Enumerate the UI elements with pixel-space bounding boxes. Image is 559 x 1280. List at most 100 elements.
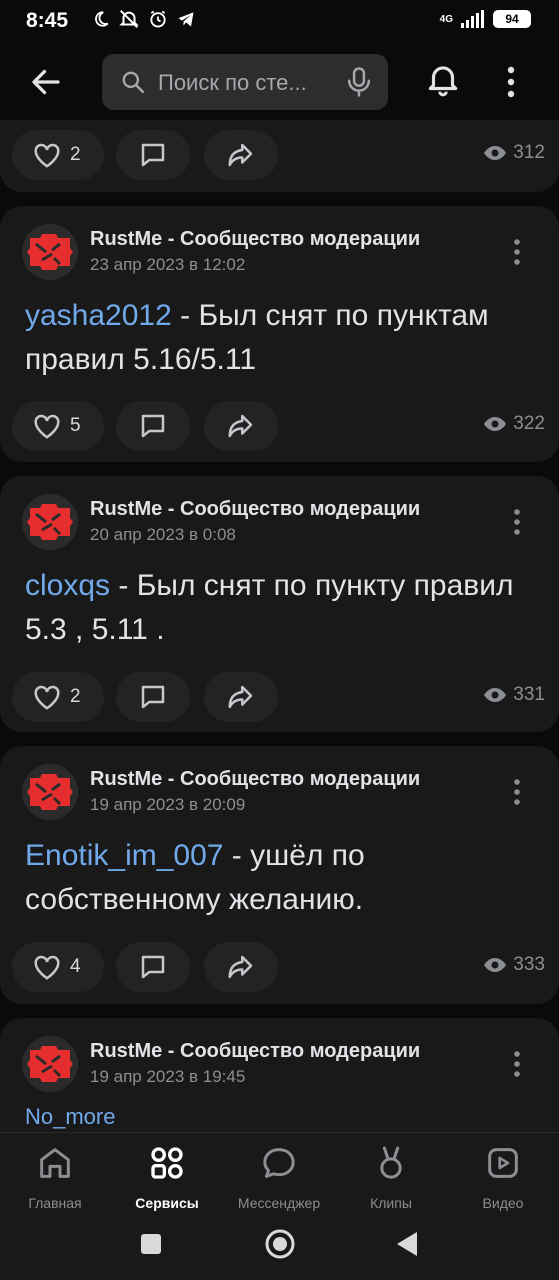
more-options-button[interactable]	[500, 62, 522, 102]
share-button[interactable]	[204, 401, 278, 451]
status-notification-icons	[92, 8, 196, 30]
post-menu-button[interactable]	[507, 776, 527, 808]
nav-item-messenger[interactable]: Мессенджер	[224, 1141, 334, 1213]
post-actions: 4 333	[12, 942, 547, 992]
user-mention-link[interactable]: Enotik_im_007	[25, 839, 223, 872]
posts-feed[interactable]: 2 312 RustMe - Сообщество модерации 23 а…	[0, 120, 559, 1132]
user-mention-link[interactable]: cloxqs	[25, 569, 110, 602]
services-icon	[151, 1147, 183, 1179]
view-count: 322	[513, 413, 545, 434]
comment-button[interactable]	[116, 130, 190, 180]
like-button[interactable]: 2	[12, 130, 104, 180]
recent-apps-button[interactable]	[141, 1234, 161, 1254]
avatar[interactable]	[22, 224, 78, 280]
post-header: RustMe - Сообщество модерации 20 апр 202…	[22, 494, 537, 550]
heart-icon	[34, 143, 60, 168]
post-author[interactable]: RustMe - Сообщество модерации	[90, 768, 420, 791]
share-button[interactable]	[204, 672, 278, 722]
nav-label: Мессенджер	[237, 1195, 321, 1211]
like-count: 4	[70, 956, 81, 977]
share-icon	[228, 414, 253, 438]
avatar[interactable]	[22, 1036, 78, 1092]
post-menu-button[interactable]	[507, 236, 527, 268]
muted-bell-icon	[119, 10, 139, 28]
post-author[interactable]: RustMe - Сообщество модерации	[90, 498, 420, 521]
share-button[interactable]	[204, 130, 278, 180]
post-author[interactable]: RustMe - Сообщество модерации	[90, 228, 420, 251]
view-count: 333	[513, 954, 545, 975]
eye-icon	[484, 417, 507, 431]
post-card: 2 312	[0, 120, 559, 192]
like-count: 5	[70, 415, 81, 436]
nav-label: Клипы	[370, 1195, 412, 1211]
view-counter: 312	[483, 142, 545, 164]
more-vertical-icon	[514, 509, 520, 535]
more-vertical-icon	[507, 66, 515, 98]
post-menu-button[interactable]	[507, 506, 527, 538]
moon-icon	[95, 11, 109, 27]
user-mention-link[interactable]: No_more	[25, 1104, 115, 1130]
home-icon	[40, 1148, 70, 1178]
nav-item-clips[interactable]: Клипы	[336, 1141, 446, 1213]
bottom-navigation: Главная Сервисы Мессенджер Клипы Видео	[0, 1132, 559, 1216]
post-actions: 5 322	[12, 401, 547, 451]
status-system-icons: 4G 94	[440, 10, 531, 28]
post-date: 19 апр 2023 в 20:09	[90, 795, 246, 814]
microphone-icon[interactable]	[344, 66, 374, 98]
heart-icon	[34, 685, 60, 710]
post-header: RustMe - Сообщество модерации 19 апр 202…	[22, 764, 537, 820]
network-type: 4G	[439, 13, 453, 25]
heart-icon	[34, 414, 60, 439]
status-bar: 8:45 4G 94	[0, 0, 559, 42]
view-counter: 322	[483, 413, 545, 435]
comment-button[interactable]	[116, 672, 190, 722]
post-author[interactable]: RustMe - Сообщество модерации	[90, 1040, 420, 1063]
messenger-icon	[263, 1148, 295, 1178]
nav-item-home[interactable]: Главная	[0, 1141, 110, 1213]
share-icon	[228, 685, 253, 709]
post-date: 23 апр 2023 в 12:02	[90, 255, 246, 274]
like-button[interactable]: 4	[12, 942, 104, 992]
alarm-icon	[150, 10, 166, 28]
post-actions: 2 331	[12, 672, 547, 722]
home-button[interactable]	[264, 1228, 296, 1260]
nav-item-services[interactable]: Сервисы	[112, 1141, 222, 1213]
nav-label: Видео	[482, 1195, 524, 1211]
share-icon	[228, 955, 253, 979]
share-button[interactable]	[204, 942, 278, 992]
post-text: Enotik_im_007 - ушёл по собственному жел…	[25, 834, 535, 922]
battery-icon: 94	[493, 10, 531, 28]
nav-item-video[interactable]: Видео	[448, 1141, 558, 1213]
view-counter: 331	[483, 684, 545, 706]
search-field[interactable]: Поиск по сте...	[102, 54, 388, 110]
avatar[interactable]	[22, 494, 78, 550]
search-placeholder: Поиск по сте...	[158, 70, 307, 95]
community-logo	[22, 1036, 78, 1092]
view-count: 312	[513, 142, 545, 163]
back-button[interactable]	[24, 62, 68, 102]
vk-community-feed-screen: 8:45 4G 94 Поиск по сте... 2 312 RustMe …	[0, 0, 559, 1280]
post-header: RustMe - Сообщество модерации 23 апр 202…	[22, 224, 537, 280]
search-icon	[122, 71, 145, 94]
comment-icon	[141, 955, 165, 979]
avatar[interactable]	[22, 764, 78, 820]
share-icon	[228, 143, 253, 167]
post-text: cloxqs - Был снят по пункту правил 5.3 ,…	[25, 564, 535, 652]
heart-icon	[34, 955, 60, 980]
notifications-button[interactable]	[424, 60, 462, 103]
user-mention-link[interactable]: yasha2012	[25, 299, 172, 332]
post-menu-button[interactable]	[507, 1048, 527, 1080]
like-button[interactable]: 2	[12, 672, 104, 722]
comment-button[interactable]	[116, 401, 190, 451]
arrow-left-icon	[32, 69, 60, 95]
post-header: RustMe - Сообщество модерации 19 апр 202…	[22, 1036, 537, 1092]
eye-icon	[484, 688, 507, 702]
nav-label: Главная	[28, 1195, 82, 1211]
system-back-button[interactable]	[395, 1230, 419, 1258]
battery-level: 94	[505, 12, 519, 26]
like-button[interactable]: 5	[12, 401, 104, 451]
comment-button[interactable]	[116, 942, 190, 992]
telegram-icon	[178, 12, 194, 27]
system-navigation-bar	[0, 1216, 559, 1280]
post-date: 20 апр 2023 в 0:08	[90, 525, 236, 544]
